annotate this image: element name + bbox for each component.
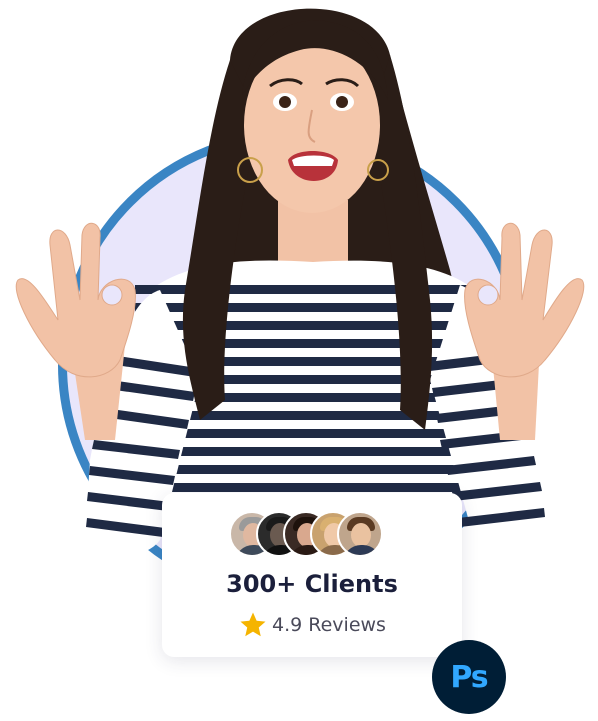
client-avatar — [337, 511, 383, 557]
photoshop-icon: Ps — [432, 640, 506, 714]
hero-section: 300+ Clients 4.9 Reviews Ps — [0, 0, 598, 721]
photoshop-label: Ps — [450, 659, 488, 695]
clients-stats-card: 300+ Clients 4.9 Reviews — [162, 493, 462, 657]
star-icon — [240, 612, 266, 637]
clients-count-label: 300+ Clients — [226, 570, 398, 598]
rating-row: 4.9 Reviews — [162, 610, 462, 640]
client-avatar-group — [229, 511, 399, 559]
reviews-label: 4.9 Reviews — [272, 614, 386, 636]
